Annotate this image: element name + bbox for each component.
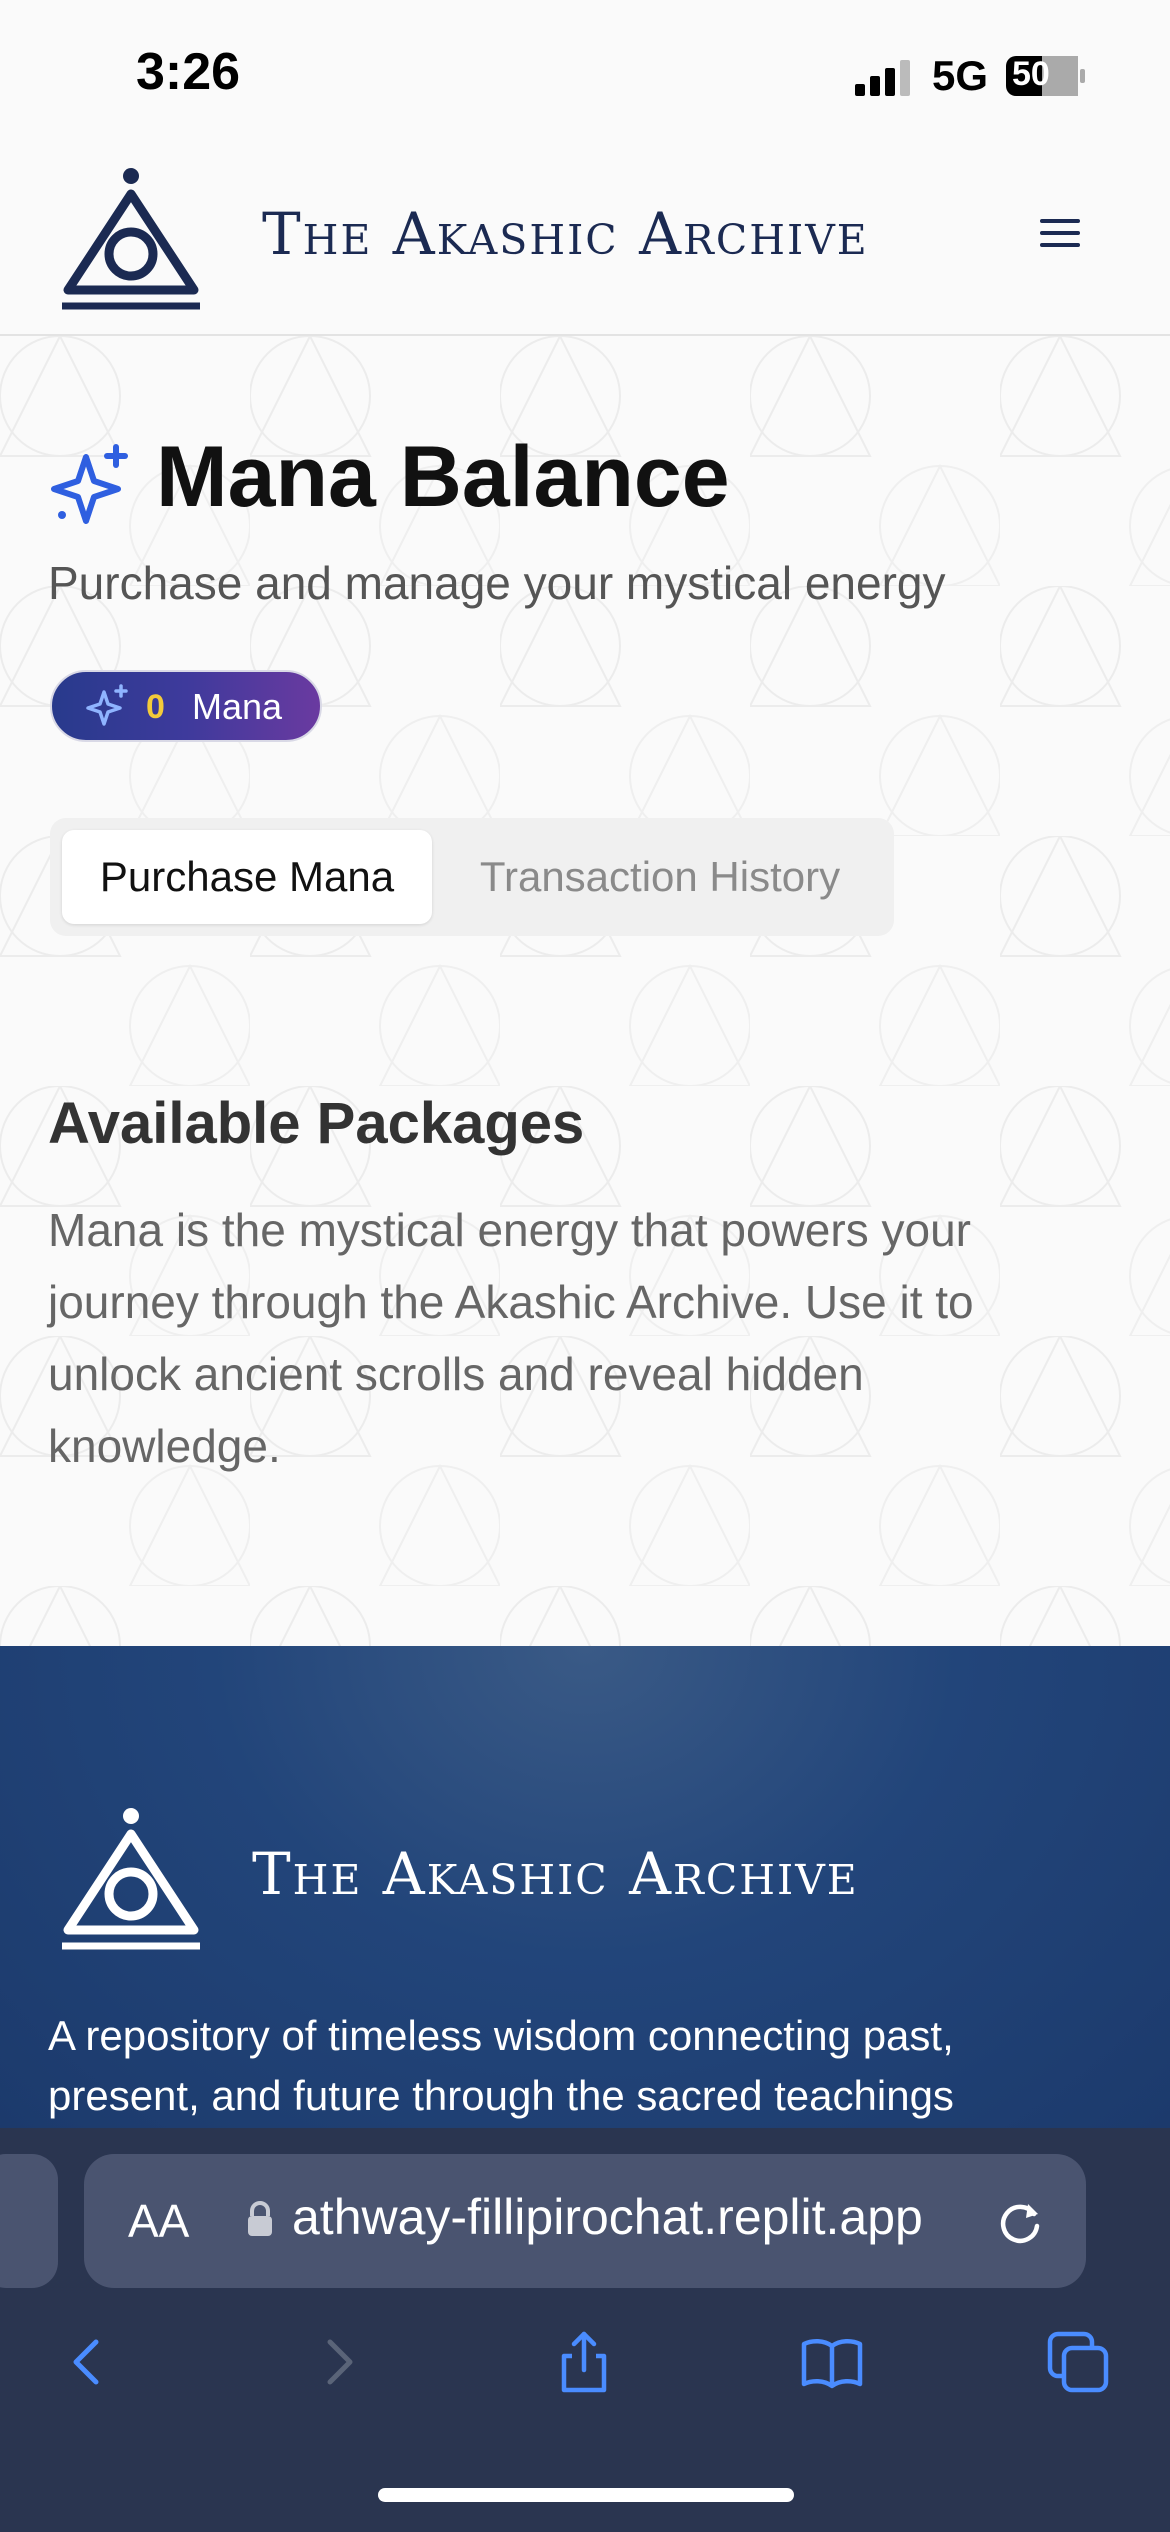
home-indicator[interactable]	[378, 2488, 794, 2502]
tabs-icon[interactable]	[1046, 2330, 1110, 2394]
sparkles-icon	[51, 444, 128, 524]
hamburger-menu-icon[interactable]	[1040, 215, 1080, 251]
footer-brand[interactable]: The Akashic Archive	[252, 1840, 859, 1908]
url-text[interactable]: athway-fillipirochat.replit.app	[292, 2188, 992, 2246]
footer-description: A repository of timeless wisdom connecti…	[48, 2012, 954, 2119]
section-description: Mana is the mystical energy that powers …	[48, 1204, 974, 1472]
tab-purchase-mana[interactable]: Purchase Mana	[62, 830, 432, 924]
back-icon[interactable]	[56, 2330, 120, 2394]
site-brand[interactable]: The Akashic Archive	[262, 200, 869, 268]
eye-triangle-logo-icon[interactable]	[60, 1806, 202, 1954]
page-title: Mana Balance	[156, 429, 730, 525]
mana-count: 0	[146, 688, 165, 726]
reload-icon[interactable]	[994, 2196, 1046, 2248]
mana-label: Mana	[192, 686, 283, 727]
bookmarks-icon[interactable]	[800, 2330, 864, 2394]
lock-icon	[248, 2201, 272, 2236]
status-time: 3:26	[136, 43, 241, 101]
section-title: Available Packages	[48, 1091, 585, 1156]
eye-triangle-logo-icon[interactable]	[60, 166, 202, 314]
tab-transaction-history[interactable]: Transaction History	[440, 830, 880, 924]
battery-level: 50	[1012, 55, 1050, 93]
network-label: 5G	[932, 52, 989, 99]
sparkles-icon	[86, 684, 128, 726]
previous-tab-preview[interactable]	[0, 2154, 58, 2288]
forward-icon[interactable]	[306, 2330, 370, 2394]
text-size-button[interactable]: AA	[128, 2194, 189, 2248]
page-subtitle: Purchase and manage your mystical energy	[48, 557, 946, 609]
share-icon[interactable]	[552, 2330, 616, 2394]
signal-icon	[855, 60, 910, 96]
